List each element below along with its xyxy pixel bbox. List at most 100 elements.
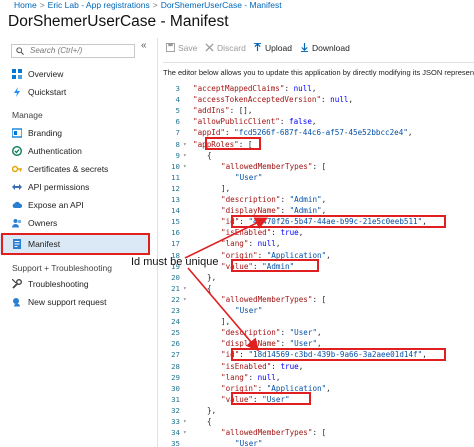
fold-chevron-icon[interactable]: ▾ <box>183 418 187 425</box>
code-line[interactable]: 28 "isEnabled": true, <box>163 361 474 372</box>
breadcrumb-home[interactable]: Home <box>14 0 37 10</box>
code-text: "description": "User", <box>221 328 322 338</box>
code-line[interactable]: 13 "description": "Admin", <box>163 194 474 205</box>
line-number: 4 <box>175 95 180 105</box>
code-line[interactable]: 6 "allowPublicClient": false, <box>163 116 474 127</box>
code-text: "acceptMappedClaims": null, <box>193 85 317 93</box>
breadcrumb-app-registrations[interactable]: Eric Lab - App registrations <box>48 0 150 10</box>
code-text: { <box>207 283 212 293</box>
wrench-icon <box>12 279 22 289</box>
code-line[interactable]: 12], <box>163 183 474 194</box>
line-number: 5 <box>175 106 180 116</box>
line-number: 16 <box>171 228 180 238</box>
breadcrumb: Home > Eric Lab - App registrations > DorShe… <box>0 0 474 12</box>
code-line[interactable]: 21 { <box>163 283 474 294</box>
sidebar-item-label: Certificates & secrets <box>28 164 109 174</box>
code-line[interactable]: 25 "description": "User", <box>163 327 474 338</box>
collapse-sidebar-icon[interactable]: « <box>141 40 147 51</box>
fold-chevron-icon[interactable]: ▾ <box>183 163 187 170</box>
code-text: "accessTokenAcceptedVersion": null, <box>193 95 354 105</box>
line-number: 24 <box>171 317 180 327</box>
section-header-support: Support + Troubleshooting <box>12 263 112 273</box>
code-line[interactable]: 24], <box>163 316 474 327</box>
code-text: "lang": null, <box>221 372 281 382</box>
code-text: "allowedMemberTypes": [ <box>221 428 327 438</box>
code-line[interactable]: 9{ <box>163 150 474 161</box>
line-number: 17 <box>171 239 180 249</box>
line-number: 3 <box>175 85 180 93</box>
code-text: }, <box>207 272 217 282</box>
code-text: "allowPublicClient": false, <box>193 117 317 127</box>
sidebar-item-certificates[interactable]: Certificates & secrets <box>0 159 150 179</box>
upload-button[interactable]: Upload <box>253 42 292 54</box>
toolbar: Save Discard Upload Download <box>163 38 474 58</box>
code-line[interactable]: 31 "value": "User" <box>163 394 474 405</box>
api-permissions-icon <box>12 184 22 190</box>
sidebar-item-api-permissions[interactable]: API permissions <box>0 177 150 197</box>
code-line[interactable]: 5 "addIns": [], <box>163 105 474 116</box>
sidebar: Search (Ctrl+/) « Overview Quickstart Ma… <box>0 38 158 447</box>
manifest-highlight-box <box>1 233 150 255</box>
fold-chevron-icon[interactable]: ▾ <box>183 152 187 159</box>
discard-label: Discard <box>217 43 246 53</box>
code-line[interactable]: 29 "lang": null, <box>163 372 474 383</box>
line-number: 8 <box>175 139 180 149</box>
sidebar-item-label: API permissions <box>28 182 90 192</box>
fold-chevron-icon[interactable]: ▾ <box>183 141 187 148</box>
breadcrumb-current[interactable]: DorShemerUserCase - Manifest <box>161 0 282 10</box>
line-number: 31 <box>171 394 180 404</box>
line-number: 6 <box>175 117 180 127</box>
sidebar-item-label: Owners <box>28 218 58 228</box>
fold-chevron-icon[interactable]: ▾ <box>183 429 187 436</box>
code-line[interactable]: 4 "accessTokenAcceptedVersion": null, <box>163 94 474 105</box>
save-button[interactable]: Save <box>166 42 197 54</box>
code-line[interactable]: 3 "acceptMappedClaims": null, <box>163 85 474 94</box>
code-line[interactable]: 22 "allowedMemberTypes": [ <box>163 294 474 305</box>
search-input[interactable]: Search (Ctrl+/) <box>11 44 135 58</box>
annotation-text: Id must be unique <box>131 256 219 268</box>
code-line[interactable]: 34 "allowedMemberTypes": [ <box>163 427 474 438</box>
upload-label: Upload <box>265 43 292 53</box>
code-line[interactable]: 23 "User" <box>163 305 474 316</box>
download-button[interactable]: Download <box>300 42 350 54</box>
sidebar-item-owners[interactable]: Owners <box>0 213 150 233</box>
branding-icon <box>12 128 22 138</box>
code-line[interactable]: 17 "lang": null, <box>163 238 474 249</box>
code-line[interactable]: 20}, <box>163 272 474 283</box>
line-number: 25 <box>171 328 180 338</box>
sidebar-item-authentication[interactable]: Authentication <box>0 141 150 161</box>
breadcrumb-separator: > <box>39 0 45 10</box>
sidebar-item-quickstart[interactable]: Quickstart <box>0 82 150 102</box>
discard-button[interactable]: Discard <box>205 42 246 54</box>
download-icon <box>300 43 309 52</box>
support-request-icon <box>13 298 20 307</box>
code-line[interactable]: 35 "User" <box>163 438 474 447</box>
fold-chevron-icon[interactable]: ▾ <box>183 296 187 303</box>
sidebar-item-overview[interactable]: Overview <box>0 64 150 84</box>
code-text: ], <box>221 317 231 327</box>
code-line[interactable]: 32}, <box>163 405 474 416</box>
code-text: "lang": null, <box>221 239 281 249</box>
code-text: ], <box>221 183 231 193</box>
line-number: 22 <box>171 294 180 304</box>
line-number: 21 <box>171 283 180 293</box>
code-line[interactable]: 33 { <box>163 416 474 427</box>
code-line[interactable]: 30 "origin": "Application", <box>163 383 474 394</box>
fold-chevron-icon[interactable]: ▾ <box>183 285 187 292</box>
sidebar-item-label: Overview <box>28 69 64 79</box>
key-icon <box>12 165 22 173</box>
line-number: 14 <box>171 206 180 216</box>
sidebar-item-label: Expose an API <box>28 200 84 210</box>
sidebar-item-branding[interactable]: Branding <box>0 123 150 143</box>
code-line[interactable]: 10 "allowedMemberTypes": [ <box>163 161 474 172</box>
code-line[interactable]: 11 "User" <box>163 172 474 183</box>
sidebar-item-new-support-request[interactable]: New support request <box>0 292 150 312</box>
code-line[interactable]: 16 "isEnabled": true, <box>163 227 474 238</box>
admin-value-highlight-box <box>231 259 319 273</box>
sidebar-item-troubleshooting[interactable]: Troubleshooting <box>0 274 150 294</box>
sidebar-item-expose-api[interactable]: Expose an API <box>0 195 150 215</box>
line-number: 35 <box>171 439 180 447</box>
upload-icon <box>253 43 262 52</box>
page-title: DorShemerUserCase - Manifest <box>8 13 229 30</box>
line-number: 30 <box>171 383 180 393</box>
